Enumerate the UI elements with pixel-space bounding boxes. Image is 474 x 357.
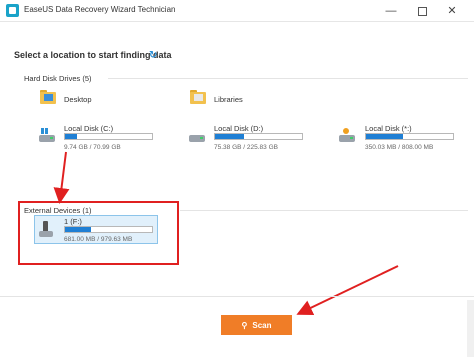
- scan-label: Scan: [252, 320, 272, 330]
- annotation-arrows: [53, 151, 399, 316]
- arrow-to-external-device: [53, 151, 70, 204]
- vertical-scrollbar[interactable]: [467, 300, 474, 357]
- search-icon: ⚲: [241, 320, 248, 330]
- arrow-to-scan-button: [296, 265, 399, 316]
- scan-button[interactable]: ⚲ Scan: [221, 315, 292, 335]
- footer-divider: [0, 296, 474, 297]
